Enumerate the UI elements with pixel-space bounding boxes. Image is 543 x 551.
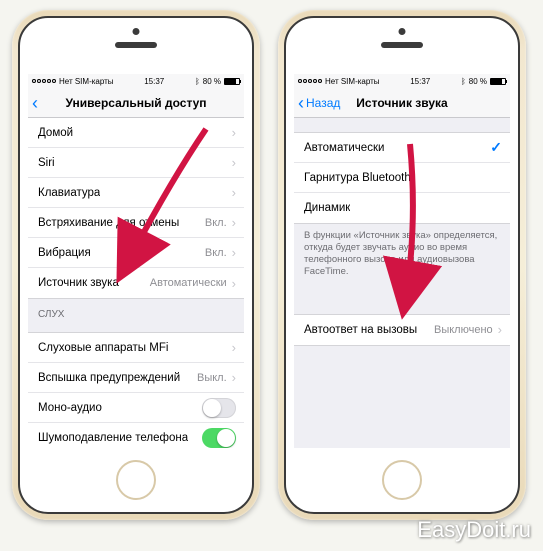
row-bluetooth-headset[interactable]: Гарнитура Bluetooth <box>294 163 510 193</box>
row-label: Шумоподавление телефона <box>38 432 188 444</box>
earpiece <box>115 42 157 48</box>
battery-pct: 80 % <box>203 77 221 86</box>
row-speaker[interactable]: Динамик <box>294 193 510 223</box>
row-label: Слуховые аппараты MFi <box>38 342 168 354</box>
status-bar: Нет SIM-карты 15:37 ᛒ 80 % <box>28 74 244 88</box>
chevron-left-icon: ‹ <box>298 94 304 112</box>
bluetooth-icon: ᛒ <box>195 77 200 86</box>
navbar-title: Источник звука <box>356 96 447 110</box>
chevron-right-icon: › <box>232 155 236 170</box>
signal-dots-icon <box>32 79 56 83</box>
bluetooth-icon: ᛒ <box>461 77 466 86</box>
battery-icon <box>490 78 506 85</box>
row-mono-audio[interactable]: Моно-аудио <box>28 393 244 423</box>
home-button[interactable] <box>382 460 422 500</box>
screen-audio-source: Нет SIM-карты 15:37 ᛒ 80 % ‹ Назад Источ… <box>294 74 510 448</box>
row-shake-to-undo[interactable]: Встряхивание для отмены Вкл. › <box>28 208 244 238</box>
row-auto-answer[interactable]: Автоответ на вызовы Выключено › <box>294 315 510 345</box>
row-siri[interactable]: Siri › <box>28 148 244 178</box>
section-footer-text: В функции «Источник звука» определяется,… <box>294 224 510 284</box>
iphone-left: Нет SIM-карты 15:37 ᛒ 80 % ‹ Универсальн… <box>12 10 260 520</box>
carrier-label: Нет SIM-карты <box>325 77 380 86</box>
row-value: Выключено <box>434 324 493 336</box>
row-hearing-aids[interactable]: Слуховые аппараты MFi › <box>28 333 244 363</box>
row-label: Моно-аудио <box>38 402 102 414</box>
screen-accessibility: Нет SIM-карты 15:37 ᛒ 80 % ‹ Универсальн… <box>28 74 244 448</box>
clock: 15:37 <box>410 77 430 86</box>
navbar: ‹ Назад Источник звука <box>294 88 510 118</box>
row-label: Динамик <box>304 202 350 214</box>
chevron-right-icon: › <box>232 125 236 140</box>
watermark: EasyDoit.ru <box>417 517 531 543</box>
camera-dot <box>399 28 406 35</box>
navbar-title: Универсальный доступ <box>65 96 206 110</box>
row-label: Автоответ на вызовы <box>304 324 417 336</box>
row-audio-source[interactable]: Источник звука Автоматически › <box>28 268 244 298</box>
battery-icon <box>224 78 240 85</box>
chevron-right-icon: › <box>232 340 236 355</box>
row-label: Вибрация <box>38 247 91 259</box>
row-keyboard[interactable]: Клавиатура › <box>28 178 244 208</box>
earpiece <box>381 42 423 48</box>
checkmark-icon: ✓ <box>490 139 502 156</box>
row-phone-noise-cancel[interactable]: Шумоподавление телефона <box>28 423 244 448</box>
row-value: Вкл. <box>205 217 227 229</box>
carrier-label: Нет SIM-карты <box>59 77 114 86</box>
row-label: Клавиатура <box>38 187 100 199</box>
chevron-right-icon: › <box>232 370 236 385</box>
row-home[interactable]: Домой › <box>28 118 244 148</box>
camera-dot <box>133 28 140 35</box>
section-header-hearing: слух <box>28 299 244 324</box>
row-label: Встряхивание для отмены <box>38 217 179 229</box>
row-label: Вспышка предупреждений <box>38 372 180 384</box>
row-value: Вкл. <box>205 247 227 259</box>
mono-audio-toggle[interactable] <box>202 398 236 418</box>
chevron-right-icon: › <box>232 276 236 291</box>
row-label: Автоматически <box>304 142 384 154</box>
row-label: Гарнитура Bluetooth <box>304 172 411 184</box>
chevron-right-icon: › <box>232 185 236 200</box>
noise-cancel-toggle[interactable] <box>202 428 236 448</box>
row-value: Выкл. <box>197 372 227 384</box>
row-label: Siri <box>38 157 55 169</box>
clock: 15:37 <box>144 77 164 86</box>
status-bar: Нет SIM-карты 15:37 ᛒ 80 % <box>294 74 510 88</box>
row-label: Домой <box>38 127 73 139</box>
row-value: Автоматически <box>150 277 227 289</box>
iphone-right: Нет SIM-карты 15:37 ᛒ 80 % ‹ Назад Источ… <box>278 10 526 520</box>
row-vibration[interactable]: Вибрация Вкл. › <box>28 238 244 268</box>
navbar: ‹ Универсальный доступ <box>28 88 244 118</box>
battery-pct: 80 % <box>469 77 487 86</box>
back-label: Назад <box>306 96 340 110</box>
chevron-right-icon: › <box>498 322 502 337</box>
chevron-right-icon: › <box>232 215 236 230</box>
back-button[interactable]: ‹ <box>32 88 38 117</box>
chevron-left-icon: ‹ <box>32 94 38 112</box>
chevron-right-icon: › <box>232 245 236 260</box>
row-label: Источник звука <box>38 277 119 289</box>
row-auto[interactable]: Автоматически ✓ <box>294 133 510 163</box>
back-button[interactable]: ‹ Назад <box>298 88 340 117</box>
home-button[interactable] <box>116 460 156 500</box>
row-led-flash[interactable]: Вспышка предупреждений Выкл. › <box>28 363 244 393</box>
signal-dots-icon <box>298 79 322 83</box>
